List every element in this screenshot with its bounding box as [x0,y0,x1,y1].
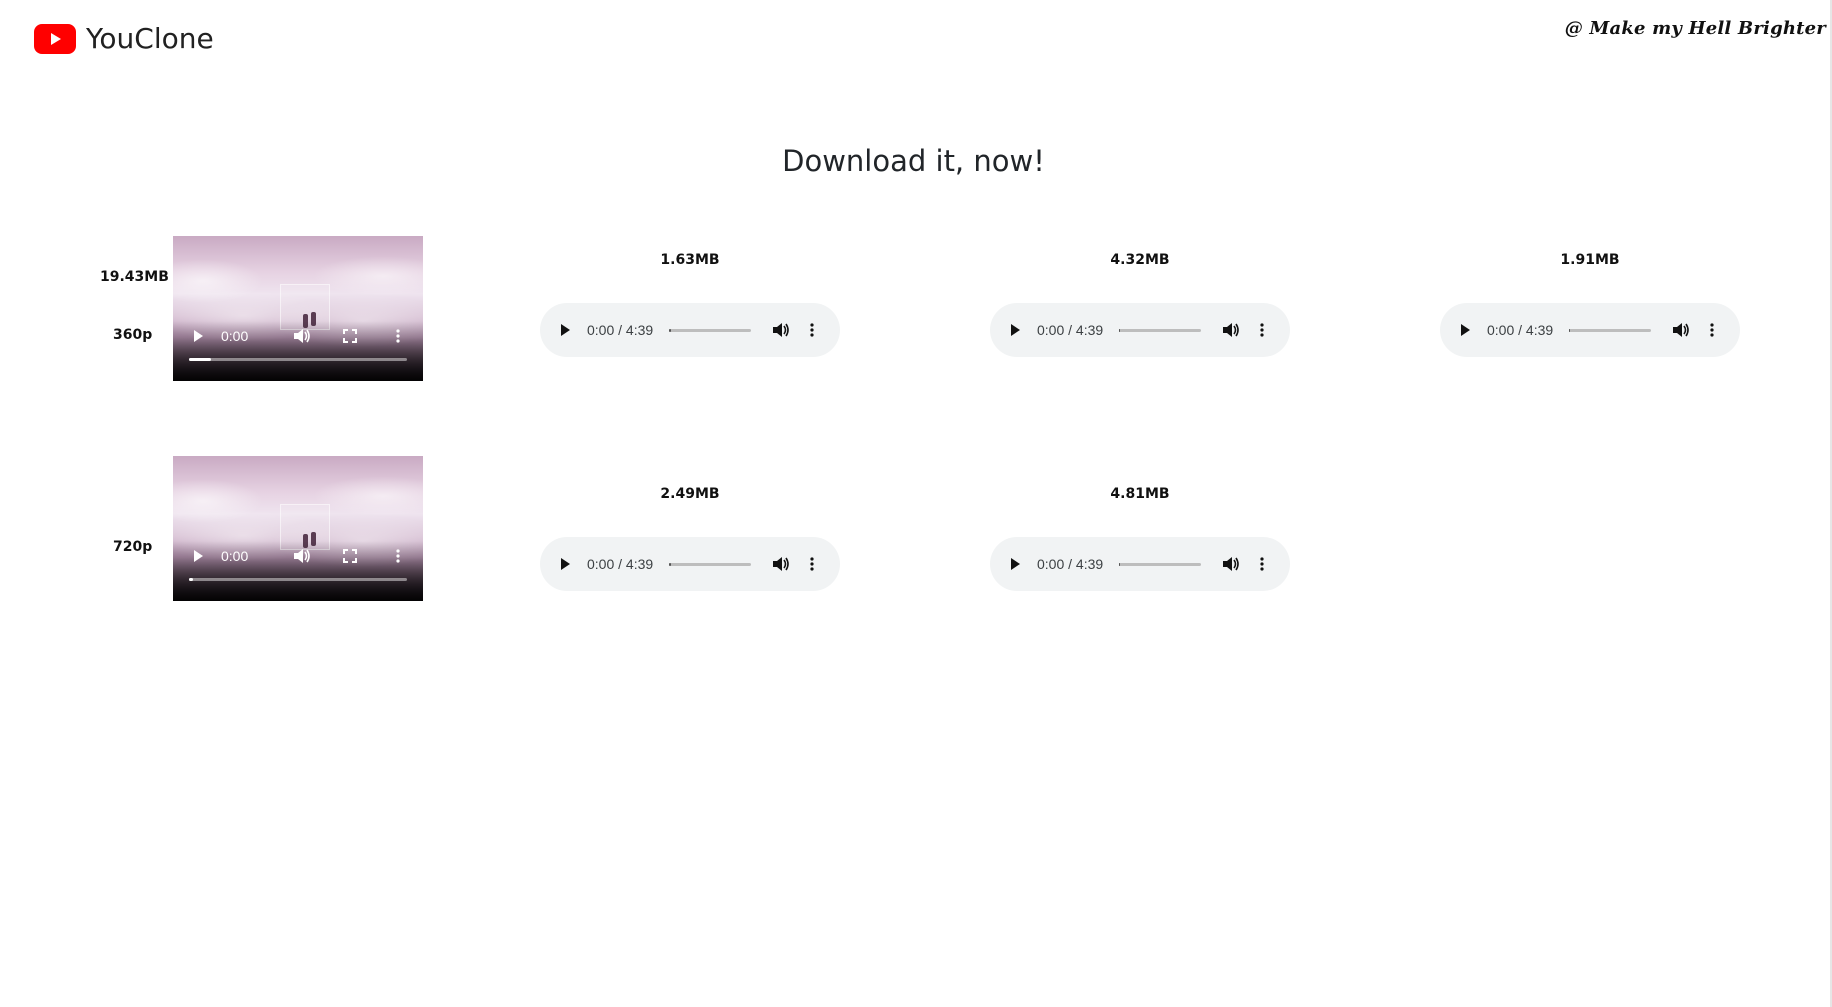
volume-icon[interactable] [772,555,790,573]
audio-size-label: 4.81MB [1110,486,1170,502]
fullscreen-icon[interactable] [341,547,359,565]
more-options-icon[interactable] [389,327,407,345]
more-options-icon[interactable] [803,555,821,573]
play-icon[interactable] [556,555,574,573]
audio-size-label: 1.63MB [660,252,720,268]
audio-progress-bar[interactable] [1119,329,1201,332]
play-icon[interactable] [1006,555,1024,573]
play-icon[interactable] [556,321,574,339]
audio-time: 0:00 / 4:39 [1037,322,1104,338]
volume-icon[interactable] [772,321,790,339]
audio-time: 0:00 / 4:39 [587,322,654,338]
play-icon[interactable] [1456,321,1474,339]
video-controls: 0:00 [173,323,423,349]
play-icon[interactable] [189,327,207,345]
page-heading: Download it, now! [782,144,1045,178]
video-time: 0:00 [221,548,249,564]
video-progress-bar[interactable] [189,358,407,361]
more-options-icon[interactable] [1253,321,1271,339]
video-progress-fill [189,578,194,581]
video-progress-bar[interactable] [189,578,407,581]
brand[interactable]: YouClone [34,22,214,55]
volume-icon[interactable] [1222,321,1240,339]
volume-icon[interactable] [293,547,311,565]
audio-player[interactable]: 0:00 / 4:39 [990,537,1290,591]
audio-progress-bar[interactable] [1119,563,1201,566]
credit-text: @ Make my Hell Brighter [1564,18,1826,39]
audio-player[interactable]: 0:00 / 4:39 [540,303,840,357]
audio-player[interactable]: 0:00 / 4:39 [540,537,840,591]
more-options-icon[interactable] [1703,321,1721,339]
audio-progress-bar[interactable] [669,329,751,332]
youtube-play-icon [34,23,76,54]
fullscreen-icon[interactable] [341,327,359,345]
video-resolution-label: 360p [113,327,153,343]
audio-size-label: 4.32MB [1110,252,1170,268]
video-resolution-label: 720p [113,539,153,555]
video-controls: 0:00 [173,543,423,569]
audio-progress-bar[interactable] [669,563,751,566]
volume-icon[interactable] [1222,555,1240,573]
audio-player[interactable]: 0:00 / 4:39 [990,303,1290,357]
video-progress-fill [189,358,211,361]
volume-icon[interactable] [1672,321,1690,339]
video-player[interactable]: 0:00 [173,456,423,601]
more-options-icon[interactable] [389,547,407,565]
play-icon[interactable] [1006,321,1024,339]
more-options-icon[interactable] [803,321,821,339]
audio-progress-fill [669,329,672,332]
audio-time: 0:00 / 4:39 [587,556,654,572]
audio-progress-fill [1119,329,1120,332]
more-options-icon[interactable] [1253,555,1271,573]
audio-time: 0:00 / 4:39 [1037,556,1104,572]
audio-size-label: 2.49MB [660,486,720,502]
video-player[interactable]: 0:00 [173,236,423,381]
audio-progress-fill [669,563,671,566]
audio-progress-bar[interactable] [1569,329,1651,332]
video-size-label: 19.43MB [100,269,169,285]
audio-player[interactable]: 0:00 / 4:39 [1440,303,1740,357]
audio-size-label: 1.91MB [1560,252,1620,268]
volume-icon[interactable] [293,327,311,345]
page: YouClone @ Make my Hell Brighter Downloa… [0,0,1832,1007]
audio-progress-fill [1119,563,1120,566]
audio-time: 0:00 / 4:39 [1487,322,1554,338]
video-time: 0:00 [221,328,249,344]
brand-title: YouClone [86,22,214,55]
audio-progress-fill [1569,329,1570,332]
play-icon[interactable] [189,547,207,565]
